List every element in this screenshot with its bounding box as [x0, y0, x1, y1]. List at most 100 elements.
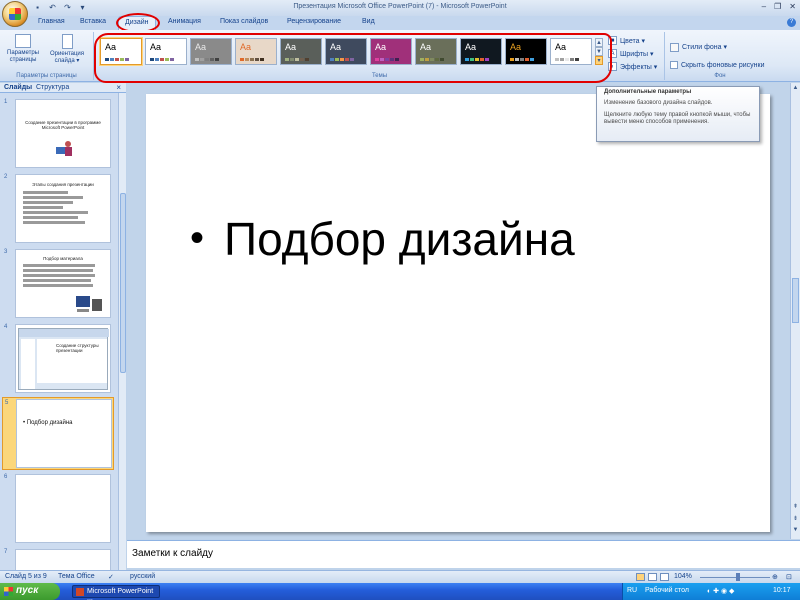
colors-button[interactable]: ■ Цвета ▾: [608, 34, 657, 47]
theme-thumbnail[interactable]: Aa: [460, 38, 502, 65]
slide-thumbnail[interactable]: 6: [2, 472, 114, 546]
tooltip-line1: Изменение базового дизайна слайдов.: [604, 100, 713, 106]
scrollbar-thumb[interactable]: [792, 278, 799, 323]
help-icon[interactable]: ?: [787, 18, 796, 27]
desktop-toolbar-label[interactable]: Рабочий стол: [645, 587, 689, 594]
background-styles-button[interactable]: Стили фона ▾: [670, 38, 764, 56]
hide-background-checkbox[interactable]: Скрыть фоновые рисунки: [670, 56, 764, 74]
tab-slideshow[interactable]: Показ слайдов: [220, 18, 268, 25]
gallery-up-icon[interactable]: ▲: [595, 38, 603, 47]
gallery-more-icon[interactable]: ▾: [595, 56, 603, 65]
effects-button[interactable]: ◐ Эффекты ▾: [608, 60, 657, 73]
theme-color-swatches: [465, 58, 489, 61]
language-tray[interactable]: RU: [627, 587, 637, 594]
page-setup-button[interactable]: Параметры страницы: [2, 34, 44, 64]
theme-thumbnail[interactable]: Aa: [370, 38, 412, 65]
fonts-label: Шрифты ▾: [620, 50, 654, 58]
language-indicator[interactable]: русский: [130, 573, 155, 580]
colors-label: Цвета ▾: [620, 37, 645, 45]
tab-outline[interactable]: Структура: [36, 84, 69, 91]
close-button[interactable]: ✕: [789, 2, 796, 11]
theme-aa-label: Aa: [285, 42, 297, 52]
gallery-down-icon[interactable]: ▼: [595, 47, 603, 56]
theme-color-swatches: [150, 58, 174, 61]
slide-body-text[interactable]: • Подбор дизайна: [190, 212, 575, 266]
slideshow-view-button[interactable]: [660, 573, 669, 581]
slide-number: 3: [4, 249, 8, 255]
title-bar: ▪ ↶ ↷ ▾ Презентация Microsoft Office Pow…: [0, 0, 800, 27]
next-slide-icon[interactable]: ⇟: [791, 515, 800, 522]
taskbar-item-label: Microsoft PowerPoint ...: [87, 588, 154, 600]
zoom-in-icon[interactable]: ⊕: [772, 573, 778, 581]
window-controls: – ❐ ✕: [762, 2, 796, 11]
slides-pane-scrollbar[interactable]: [118, 93, 126, 570]
theme-thumbnail[interactable]: Aa: [550, 38, 592, 65]
theme-thumbnail[interactable]: Aa: [100, 38, 142, 65]
slide-number: 4: [4, 324, 8, 330]
theme-color-swatches: [510, 58, 534, 61]
page-setup-label: Параметры страницы: [7, 50, 39, 63]
theme-thumbnail[interactable]: Aa: [145, 38, 187, 65]
tab-review[interactable]: Рецензирование: [287, 18, 341, 25]
thumbnail-card: Подбор материала: [15, 249, 111, 318]
theme-thumbnail[interactable]: Aa: [190, 38, 232, 65]
spellcheck-icon[interactable]: ✓: [108, 573, 114, 581]
tab-view[interactable]: Вид: [362, 18, 375, 25]
tab-animation[interactable]: Анимация: [168, 18, 201, 25]
sorter-view-button[interactable]: [648, 573, 657, 581]
notes-pane[interactable]: Заметки к слайду: [127, 540, 800, 568]
clock: 10:17: [773, 587, 791, 594]
slide-thumbnail-selected[interactable]: 5 • Подбор дизайна: [2, 397, 114, 470]
theme-thumbnail[interactable]: Aa: [325, 38, 367, 65]
office-button[interactable]: [2, 1, 28, 27]
zoom-level[interactable]: 104%: [674, 573, 692, 580]
tooltip: Дополнительные параметры Изменение базов…: [596, 86, 760, 142]
slide-thumbnail[interactable]: 4 Создание структуры презентации: [2, 322, 114, 396]
thumbnail-card: [15, 474, 111, 543]
slide-thumbnail[interactable]: 7: [2, 547, 114, 570]
tab-insert[interactable]: Вставка: [80, 18, 106, 25]
slide-number: 2: [4, 174, 8, 180]
status-bar: Слайд 5 из 9 Тема Office ✓ русский 104% …: [0, 570, 800, 583]
effects-label: Эффекты ▾: [620, 63, 658, 71]
slide-scrollbar[interactable]: ▲ ⇞ ⇟ ▼: [790, 83, 800, 539]
theme-thumbnail[interactable]: Aa: [505, 38, 547, 65]
theme-options: ■ Цвета ▾ A Шрифты ▾ ◐ Эффекты ▾: [608, 34, 657, 73]
theme-aa-label: Aa: [240, 42, 252, 52]
tab-home[interactable]: Главная: [38, 18, 65, 25]
current-slide[interactable]: • Подбор дизайна: [146, 94, 770, 532]
minimize-button[interactable]: –: [762, 2, 766, 11]
thumbnail-title: Создание презентации в программе Microso…: [25, 120, 101, 130]
theme-color-swatches: [285, 58, 309, 61]
theme-name: Тема Office: [58, 573, 95, 580]
close-icon[interactable]: ×: [116, 83, 121, 92]
maximize-button[interactable]: ❐: [774, 2, 781, 11]
theme-thumbnail[interactable]: Aa: [280, 38, 322, 65]
thumbnail-card: • Подбор дизайна: [16, 399, 112, 468]
thumbnail-title: • Подбор дизайна: [23, 420, 73, 426]
slide-thumbnail[interactable]: 1 Создание презентации в программе Micro…: [2, 97, 114, 171]
notes-placeholder: Заметки к слайду: [132, 548, 213, 559]
taskbar-powerpoint-item[interactable]: Microsoft PowerPoint ...: [72, 585, 160, 600]
scroll-up-icon[interactable]: ▲: [791, 85, 800, 91]
fonts-button[interactable]: A Шрифты ▾: [608, 47, 657, 60]
start-button[interactable]: пуск: [0, 583, 60, 600]
scrollbar-thumb[interactable]: [120, 193, 126, 373]
theme-aa-label: Aa: [195, 42, 207, 52]
theme-thumbnail[interactable]: Aa: [415, 38, 457, 65]
normal-view-button[interactable]: [636, 573, 645, 581]
prev-slide-icon[interactable]: ⇞: [791, 503, 800, 510]
tab-slides[interactable]: Слайды: [4, 84, 32, 91]
theme-thumbnail[interactable]: Aa: [235, 38, 277, 65]
orientation-button[interactable]: Ориентация слайда ▾: [46, 34, 88, 65]
tray-icons[interactable]: ◐ ✚ ◉ ◆: [707, 587, 734, 595]
scroll-down-icon[interactable]: ▼: [791, 527, 800, 533]
slide-thumbnail[interactable]: 2 Этапы создания презентации: [2, 172, 114, 246]
theme-aa-label: Aa: [105, 42, 117, 52]
zoom-slider-knob[interactable]: [736, 573, 740, 581]
themes-gallery: Aa Aa Aa Aa Aa Aa Aa Aa Aa Aa Aa: [100, 38, 592, 66]
slide-thumbnail[interactable]: 3 Подбор материала: [2, 247, 114, 321]
zoom-slider[interactable]: [700, 577, 770, 578]
theme-aa-label: Aa: [555, 42, 567, 52]
fit-window-icon[interactable]: ⊡: [786, 573, 792, 581]
